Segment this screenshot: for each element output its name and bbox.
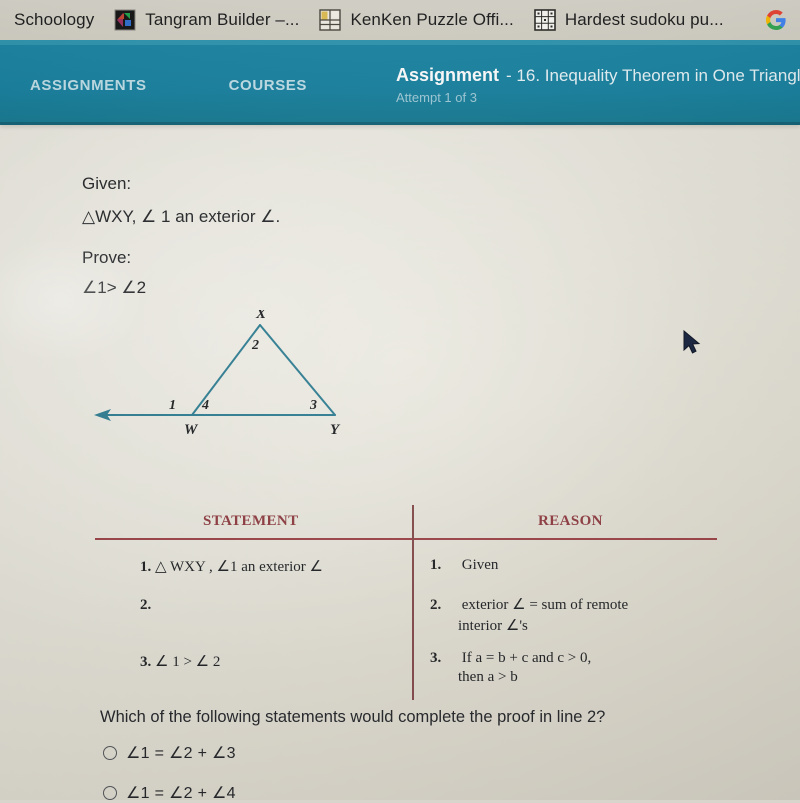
statement-row-2-num: 2. — [140, 597, 152, 613]
prove-statement: ∠1> ∠2 — [82, 278, 147, 297]
triangle-diagram: X W Y 2 1 4 3 — [80, 306, 380, 490]
reason-row-3: 3. If a = b + c and c > 0, then a > b — [430, 650, 591, 686]
statement-header-rule — [95, 538, 413, 540]
reason-row-3-num: 3. — [430, 650, 442, 666]
proof-column-divider — [412, 505, 414, 700]
radio-button-icon[interactable] — [103, 786, 117, 800]
svg-text:X: X — [255, 310, 267, 322]
answer-option-1[interactable]: ∠1 = ∠2 + ∠3 — [103, 743, 236, 763]
svg-text:W: W — [184, 422, 199, 438]
browser-tab-sudoku[interactable]: Hardest sudoku pu... — [524, 0, 734, 40]
statement-column-header: STATEMENT — [203, 513, 299, 529]
browser-tab-strip: Schoology Tangram Builder –... KenKen Pu… — [0, 0, 800, 40]
statement-row-1-num: 1. — [140, 559, 152, 575]
given-label: Given: — [82, 174, 132, 193]
tangram-icon — [114, 9, 136, 31]
svg-text:2: 2 — [251, 338, 259, 353]
browser-tab-label: Schoology — [14, 10, 95, 29]
radio-button-icon[interactable] — [103, 746, 117, 760]
reason-row-1: 1. Given — [430, 557, 498, 574]
mouse-pointer-icon — [683, 329, 703, 363]
statement-row-3: 3. ∠ 1 > ∠ 2 — [140, 652, 220, 671]
sudoku-grid-icon — [534, 9, 556, 31]
reason-column-header: REASON — [538, 513, 603, 529]
browser-tab-schoology[interactable]: Schoology — [4, 0, 104, 40]
browser-tab-tangram[interactable]: Tangram Builder –... — [104, 0, 309, 40]
reason-header-rule — [414, 538, 717, 540]
nav-courses[interactable]: COURSES — [213, 77, 323, 94]
svg-text:1: 1 — [169, 398, 176, 413]
statement-row-2: 2. — [140, 597, 151, 614]
reason-row-2: 2. exterior ∠ = sum of remote interior ∠… — [430, 595, 628, 635]
answer-option-1-label: ∠1 = ∠2 + ∠3 — [126, 745, 236, 762]
reason-row-1-num: 1. — [430, 557, 442, 573]
nav-assignments[interactable]: ASSIGNMENTS — [14, 77, 163, 94]
kenken-grid-icon — [319, 9, 342, 31]
reason-row-3-line2: then a > b — [458, 669, 518, 685]
reason-row-2-num: 2. — [430, 597, 442, 613]
statement-row-1: 1. △ WXY , ∠1 an exterior ∠ — [140, 557, 323, 576]
app-header: ASSIGNMENTS COURSES Assignment - 16. Ine… — [0, 45, 800, 125]
question-prompt: Which of the following statements would … — [100, 708, 606, 726]
assignment-label: Assignment — [396, 65, 500, 85]
svg-text:4: 4 — [201, 398, 209, 413]
browser-tab-label: KenKen Puzzle Offi... — [350, 10, 514, 29]
reason-row-2-line2: interior ∠'s — [458, 618, 528, 634]
prove-label: Prove: — [82, 248, 132, 267]
given-statement: △WXY, ∠ 1 an exterior ∠. — [82, 207, 281, 226]
statement-row-3-text: ∠ 1 > ∠ 2 — [155, 654, 221, 670]
attempt-counter: Attempt 1 of 3 — [396, 90, 477, 105]
answer-option-2[interactable]: ∠1 = ∠2 + ∠4 — [103, 783, 236, 803]
statement-row-3-num: 3. — [140, 654, 152, 670]
browser-tab-kenken[interactable]: KenKen Puzzle Offi... — [309, 0, 523, 40]
browser-tab-label: Hardest sudoku pu... — [564, 10, 724, 29]
assignment-name: - 16. Inequality Theorem in One Triangle… — [506, 66, 800, 85]
tabstrip-accent-edge — [0, 40, 800, 45]
google-g-icon[interactable] — [764, 8, 788, 32]
proof-table: STATEMENT REASON 1. △ WXY , ∠1 an exteri… — [0, 505, 800, 700]
browser-tab-label: Tangram Builder –... — [145, 10, 300, 29]
svg-text:3: 3 — [309, 398, 317, 413]
answer-option-2-label: ∠1 = ∠2 + ∠4 — [126, 785, 236, 802]
worksheet-content: Given: △WXY, ∠ 1 an exterior ∠. Prove: ∠… — [0, 125, 800, 803]
reason-row-2-line1: exterior ∠ = sum of remote — [461, 597, 629, 613]
svg-text:Y: Y — [330, 422, 341, 438]
assignment-title-block: Assignment - 16. Inequality Theorem in O… — [396, 65, 800, 105]
statement-row-1-text: △ WXY , ∠1 an exterior ∠ — [155, 559, 323, 575]
reason-row-3-line1: If a = b + c and c > 0, — [461, 650, 592, 666]
reason-row-1-line1: Given — [461, 557, 499, 573]
